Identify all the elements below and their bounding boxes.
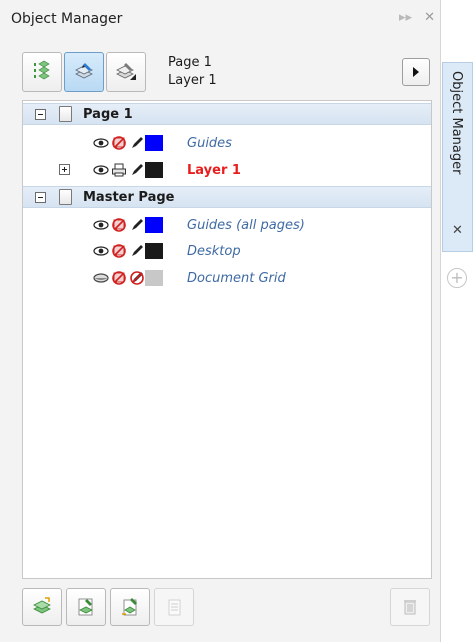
page-label: Page 1 [83, 106, 133, 122]
close-icon[interactable]: ✕ [424, 10, 435, 25]
tree-master-page-row[interactable]: Master Page [23, 186, 431, 208]
layer-color-swatch[interactable] [145, 243, 163, 259]
layer-color-swatch[interactable] [145, 135, 163, 151]
eye-icon[interactable] [93, 135, 109, 151]
layer-manager-view-button[interactable] [106, 52, 146, 92]
collapse-icon[interactable] [35, 109, 46, 120]
plus-circle-icon[interactable]: + [447, 268, 467, 288]
layer-row-guides[interactable]: Guides [23, 132, 431, 154]
new-layer-button[interactable] [22, 588, 62, 626]
eye-icon[interactable] [93, 217, 109, 233]
eye-icon[interactable] [93, 243, 109, 259]
current-layer-label: Layer 1 [168, 73, 217, 88]
object-manager-docker: Object Manager ▸▸ ✕ Page 1 Layer 1 Page … [0, 0, 441, 642]
pencil-icon[interactable] [129, 217, 145, 233]
layer-color-swatch[interactable] [145, 270, 163, 286]
layer-label: Document Grid [187, 270, 286, 286]
layer-row-document-grid[interactable]: Document Grid [23, 267, 431, 289]
new-master-layer-button[interactable] [66, 588, 106, 626]
top-toolbar: Page 1 Layer 1 [22, 52, 432, 94]
current-page-label: Page 1 [168, 55, 212, 70]
eye-icon[interactable] [93, 162, 109, 178]
trash-icon [404, 600, 416, 615]
layer-label: Guides (all pages) [187, 217, 305, 233]
side-tab-label: Object Manager [449, 71, 464, 175]
layer-row-desktop[interactable]: Desktop [23, 240, 431, 262]
show-object-properties-button[interactable] [22, 52, 62, 92]
new-master-layer-disabled-icon [168, 599, 181, 616]
collapse-icon[interactable] [35, 192, 46, 203]
docker-tab-strip: Object Manager ✕ [441, 0, 473, 642]
layer-label: Desktop [187, 243, 241, 259]
edit-across-layers-button[interactable] [64, 52, 104, 92]
new-layer-icon [33, 597, 51, 614]
triangle-right-icon [413, 67, 419, 77]
layer-manager-view-icon [116, 63, 136, 80]
layer-label: Guides [187, 135, 232, 151]
page-icon [59, 106, 72, 122]
no-print-icon[interactable] [111, 135, 127, 151]
no-edit-icon[interactable] [129, 270, 145, 286]
layer-row-layer1[interactable]: Layer 1 [23, 159, 431, 181]
printer-icon[interactable] [111, 162, 127, 178]
no-print-icon[interactable] [111, 217, 127, 233]
pencil-icon[interactable] [129, 135, 145, 151]
new-master-layer-all-icon [122, 598, 137, 616]
options-flyout-button[interactable] [402, 58, 430, 86]
layer-row-guides-all-pages[interactable]: Guides (all pages) [23, 214, 431, 236]
docker-title: Object Manager [11, 11, 123, 27]
object-manager-side-tab[interactable]: Object Manager ✕ [442, 62, 473, 252]
layers-properties-icon [34, 60, 50, 80]
delete-button[interactable] [390, 588, 430, 626]
pencil-icon[interactable] [129, 243, 145, 259]
layer-color-swatch[interactable] [145, 162, 163, 178]
no-print-icon[interactable] [111, 243, 127, 259]
current-page-layer-label: Page 1 Layer 1 [168, 54, 217, 90]
tree-page-row[interactable]: Page 1 [23, 103, 431, 125]
new-master-layer-all-pages-button[interactable] [110, 588, 150, 626]
object-tree: Page 1 Guides Layer 1 Master Page Guides… [22, 100, 432, 579]
expand-icon[interactable] [59, 164, 70, 175]
layer-label: Layer 1 [187, 162, 241, 178]
layer-color-swatch[interactable] [145, 217, 163, 233]
bottom-toolbar [22, 588, 432, 628]
double-chevron-right-icon[interactable]: ▸▸ [399, 10, 412, 25]
page-icon [59, 189, 72, 205]
eye-closed-icon[interactable] [93, 270, 109, 286]
edit-across-layers-icon [75, 63, 93, 79]
docker-titlebar: Object Manager ▸▸ ✕ [0, 0, 441, 38]
no-print-icon[interactable] [111, 270, 127, 286]
new-master-layer-icon [78, 598, 93, 616]
pencil-icon[interactable] [129, 162, 145, 178]
close-icon[interactable]: ✕ [452, 223, 463, 238]
master-page-label: Master Page [83, 189, 175, 205]
new-master-layer-odd-button[interactable] [154, 588, 194, 626]
titlebar-actions: ▸▸ ✕ [399, 10, 435, 25]
